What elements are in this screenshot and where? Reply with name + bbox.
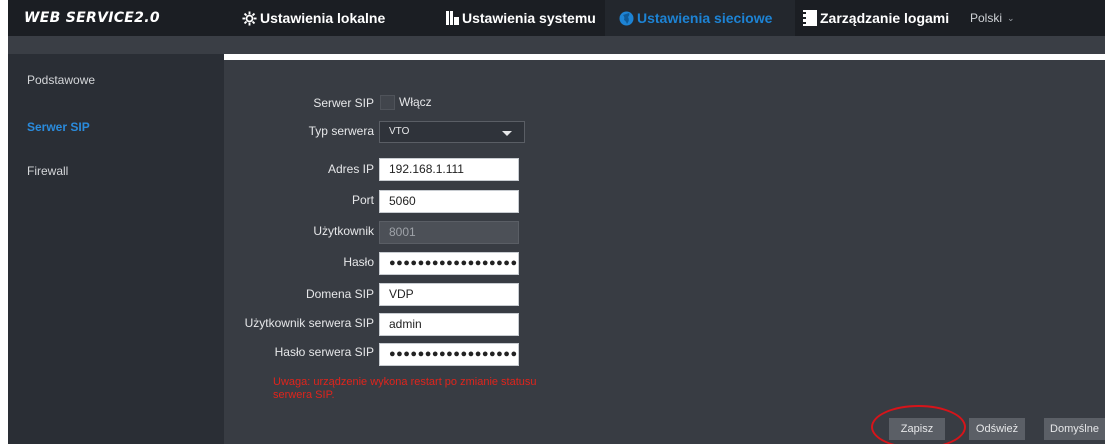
sidebar-item-sip-server[interactable]: Serwer SIP (27, 120, 90, 134)
enable-label: Włącz (399, 95, 432, 109)
sip-server-label: Serwer SIP (313, 96, 374, 110)
server-type-select[interactable]: VTO (379, 121, 525, 143)
nav-log-management[interactable]: Zarządzanie logami (803, 0, 949, 36)
nav-log-management-label: Zarządzanie logami (820, 10, 950, 26)
password-input[interactable]: ●●●●●●●●●●●●●●●●●●● (379, 252, 519, 275)
ip-address-input[interactable]: 192.168.1.111 (379, 158, 519, 181)
nav-network-settings-label: Ustawienia sieciowe (637, 10, 773, 26)
nav-system-settings-label: Ustawienia systemu (462, 10, 596, 26)
language-value: Polski (970, 11, 1003, 25)
nav-local-settings-label: Ustawienia lokalne (260, 10, 386, 26)
user-input[interactable]: 8001 (379, 221, 519, 244)
gear-icon (242, 10, 257, 26)
nav-network-settings[interactable]: Ustawienia sieciowe (605, 0, 795, 36)
refresh-button[interactable]: Odśwież (969, 418, 1025, 440)
sip-server-password-label: Hasło serwera SIP (274, 345, 374, 359)
sip-server-user-input[interactable]: admin (379, 313, 519, 336)
app-logo: WEB SERVICE2.0 (24, 10, 160, 26)
warning-line-2: serwera SIP. (273, 389, 335, 401)
dropdown-arrow-icon (502, 131, 512, 136)
warning-line-1: Uwaga: urządzenie wykona restart po zmia… (273, 376, 537, 388)
nav-local-settings[interactable]: Ustawienia lokalne (242, 0, 385, 36)
top-navigation-bar: WEB SERVICE2.0 Ustawienia lokalne Ustawi… (8, 0, 1105, 36)
sip-domain-label: Domena SIP (305, 287, 374, 301)
sidebar-item-basic[interactable]: Podstawowe (27, 73, 95, 87)
port-label: Port (351, 193, 374, 207)
sidebar-item-firewall[interactable]: Firewall (27, 164, 68, 178)
globe-icon (619, 11, 634, 26)
server-type-label: Typ serwera (308, 124, 374, 138)
server-type-value: VTO (389, 126, 410, 137)
sip-server-user-label: Użytkownik serwera SIP (244, 316, 374, 330)
nav-system-settings[interactable]: Ustawienia systemu (446, 0, 596, 36)
system-settings-icon (446, 11, 459, 25)
log-management-icon (803, 10, 817, 26)
defaults-button[interactable]: Domyślne (1044, 418, 1105, 440)
sub-header-bar (8, 36, 1105, 54)
sip-server-password-input[interactable]: ●●●●●●●●●●●●●●●●●●● (379, 343, 519, 366)
language-selector[interactable]: Polski ⌄ (970, 0, 1015, 36)
enable-checkbox[interactable] (380, 95, 395, 110)
password-label: Hasło (343, 255, 374, 269)
restart-warning: Uwaga: urządzenie wykona restart po zmia… (273, 376, 593, 402)
save-button-highlight (871, 405, 966, 444)
sip-domain-input[interactable]: VDP (379, 283, 519, 306)
port-input[interactable]: 5060 (379, 190, 519, 213)
chevron-down-icon: ⌄ (1007, 12, 1015, 23)
user-label: Użytkownik (313, 224, 374, 238)
ip-address-label: Adres IP (327, 162, 374, 176)
sidebar (8, 54, 224, 444)
